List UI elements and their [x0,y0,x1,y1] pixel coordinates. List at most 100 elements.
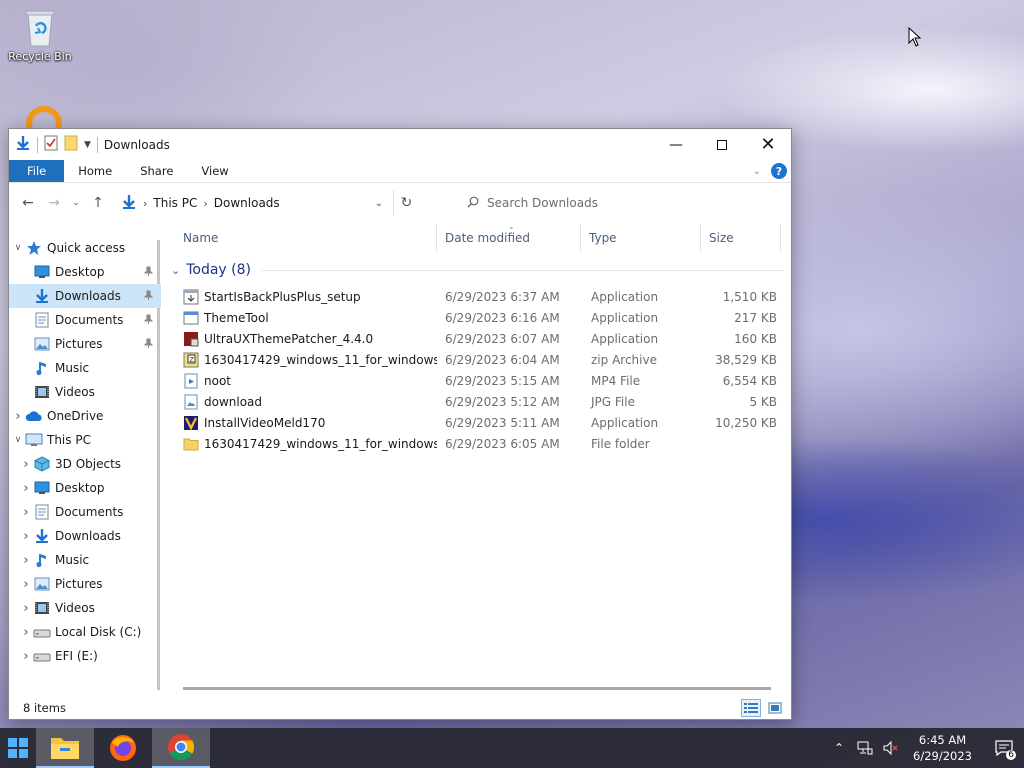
customize-toolbar-chevron-icon[interactable]: ▼ [84,140,91,150]
recycle-bin-icon [23,8,57,48]
file-name: StartIsBackPlusPlus_setup [204,289,361,304]
search-input[interactable]: Search Downloads [487,196,598,210]
collapsed-chevron-icon[interactable]: › [19,529,33,544]
column-size[interactable]: Size [701,224,781,252]
sidebar-item-documents[interactable]: › Documents [9,500,161,524]
notification-center-button[interactable]: 6 [984,728,1024,768]
collapsed-chevron-icon[interactable]: › [19,649,33,664]
properties-icon[interactable] [44,135,58,154]
file-row[interactable]: ThemeTool 6/29/2023 6:16 AM Application 217… [161,307,791,328]
desktop-icon [33,264,51,280]
taskbar-file-explorer[interactable] [36,728,94,768]
recycle-bin-desktop-icon[interactable]: Recycle Bin [4,8,76,63]
tab-file[interactable]: File [9,160,65,182]
zip-icon: Z [183,352,199,368]
file-row[interactable]: 1630417429_windows_11_for_windows_1... 6/… [161,433,791,454]
expanded-chevron-icon[interactable]: ∨ [11,435,25,445]
collapsed-chevron-icon[interactable]: › [19,505,33,520]
collapsed-chevron-icon[interactable]: › [19,577,33,592]
maximize-icon [717,139,727,150]
collapsed-chevron-icon[interactable]: › [19,625,33,640]
start-button[interactable] [0,728,36,768]
breadcrumb-separator-icon: › [203,196,208,210]
file-row[interactable]: InstallVideoMeld170 6/29/2023 5:11 AM Appl… [161,412,791,433]
sidebar-item-music[interactable]: Music [9,356,161,380]
sidebar-item-desktop[interactable]: › Desktop [9,476,161,500]
minimize-button[interactable]: — [653,129,699,160]
sidebar-item-videos[interactable]: › Videos [9,596,161,620]
breadcrumb-this-pc[interactable]: This PC [153,196,197,210]
up-button[interactable]: ↑ [87,192,109,214]
sidebar-item-onedrive[interactable]: › OneDrive [9,404,161,428]
file-row[interactable]: download 6/29/2023 5:12 AM JPG File 5 KB [161,391,791,412]
sidebar-item-pictures[interactable]: Pictures [9,332,161,356]
address-dropdown-icon[interactable]: ⌄ [375,198,389,209]
back-button[interactable]: ← [17,192,39,214]
tab-view[interactable]: View [187,160,242,182]
file-row[interactable]: UltraUXThemePatcher_4.4.0 6/29/2023 6:07 … [161,328,791,349]
file-size: 10,250 KB [715,415,777,430]
sidebar-item-3d-objects[interactable]: › 3D Objects [9,452,161,476]
windows-logo-icon [8,738,28,758]
sidebar-item-downloads[interactable]: › Downloads [9,524,161,548]
column-name[interactable]: Name [161,224,437,252]
pin-icon [143,266,154,279]
sidebar-item-videos[interactable]: Videos [9,380,161,404]
patcher-icon [183,331,199,347]
file-row[interactable]: noot 6/29/2023 5:15 AM MP4 File 6,554 KB [161,370,791,391]
horizontal-scrollbar[interactable] [183,687,771,690]
documents-icon [33,312,51,328]
item-count: 8 items [23,701,66,715]
taskbar-firefox[interactable] [94,728,152,768]
large-icons-view-button[interactable] [765,699,785,717]
taskbar-chrome[interactable] [152,728,210,768]
file-row[interactable]: Z 1630417429_windows_11_for_windows_1... 6… [161,349,791,370]
file-row[interactable]: StartIsBackPlusPlus_setup 6/29/2023 6:37 … [161,286,791,307]
expanded-chevron-icon[interactable]: ∨ [11,243,25,253]
collapsed-chevron-icon[interactable]: › [19,601,33,616]
forward-button[interactable]: → [43,192,65,214]
sidebar-item-pictures[interactable]: › Pictures [9,572,161,596]
collapsed-chevron-icon[interactable]: › [19,457,33,472]
desktop-icon [33,480,51,496]
new-folder-icon[interactable] [64,135,78,154]
sidebar-item-desktop[interactable]: Desktop [9,260,161,284]
computer-icon [25,432,43,448]
sidebar-item-music[interactable]: › Music [9,548,161,572]
videos-icon [33,384,51,400]
sidebar-item-local-disk-c[interactable]: › Local Disk (C:) [9,620,161,644]
sidebar-item-downloads[interactable]: Downloads [9,284,161,308]
collapsed-chevron-icon[interactable]: › [11,409,25,424]
sidebar-item-label: Pictures [55,577,103,591]
file-name: InstallVideoMeld170 [204,415,326,430]
download-arrow-icon [33,288,51,304]
collapsed-chevron-icon[interactable]: › [19,481,33,496]
breadcrumb-downloads[interactable]: Downloads [214,196,280,210]
help-button[interactable]: ? [771,163,787,179]
recent-locations-button[interactable]: ⌄ [69,192,83,214]
network-icon[interactable] [855,741,875,755]
file-name-cell: UltraUXThemePatcher_4.4.0 [161,331,437,347]
tab-share[interactable]: Share [126,160,187,182]
address-bar[interactable]: › This PC › Downloads ⌄ [117,190,389,216]
collapsed-chevron-icon[interactable]: › [19,553,33,568]
sidebar-item-efi-e[interactable]: › EFI (E:) [9,644,161,668]
group-header-today[interactable]: ⌄ Today (8) [161,254,791,286]
expand-ribbon-chevron-icon[interactable]: ⌄ [753,166,761,177]
clock[interactable]: 6:45 AM 6/29/2023 [907,732,978,764]
show-hidden-icons-chevron-icon[interactable]: ⌃ [829,741,849,755]
close-button[interactable]: ✕ [745,129,791,160]
file-date: 6/29/2023 6:05 AM [445,436,560,451]
star-icon [25,240,43,256]
maximize-button[interactable] [699,129,745,160]
search-box[interactable]: Search Downloads [431,190,751,216]
details-view-button[interactable] [741,699,761,717]
navigation-pane: ∨ Quick access Desktop Downloads Documents Pi… [9,224,161,698]
sidebar-item-this-pc[interactable]: ∨ This PC [9,428,161,452]
sidebar-item-quick-access[interactable]: ∨ Quick access [9,236,161,260]
sidebar-item-documents[interactable]: Documents [9,308,161,332]
volume-muted-icon[interactable] [881,741,901,755]
refresh-button[interactable]: ↻ [393,190,419,216]
tab-home[interactable]: Home [64,160,126,182]
column-type[interactable]: Type [581,224,701,252]
